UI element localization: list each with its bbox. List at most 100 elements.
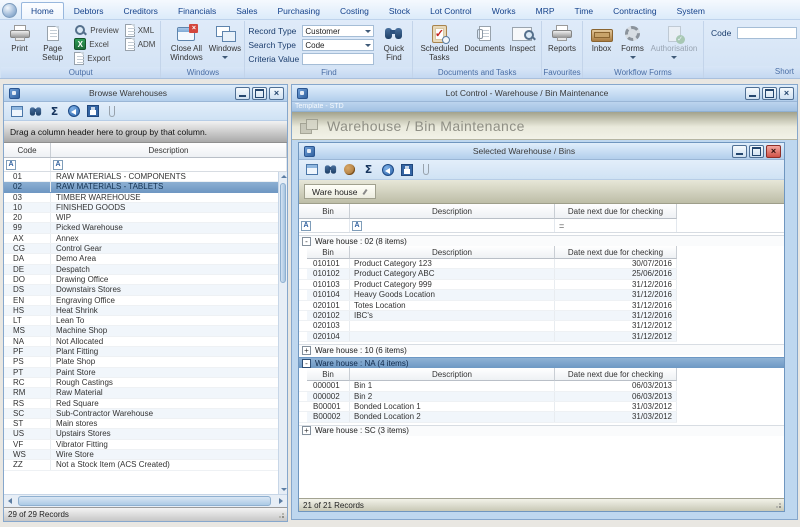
warehouse-row-DE[interactable]: DEDespatch (4, 265, 278, 275)
tab-costing[interactable]: Costing (330, 2, 379, 19)
lot-control-titlebar[interactable]: Lot Control - Warehouse / Bin Maintenanc… (292, 85, 797, 102)
adm-button[interactable]: ADM (123, 37, 158, 51)
scroll-down-icon[interactable] (280, 485, 286, 494)
column-header-description[interactable]: Description (350, 204, 555, 219)
warehouse-row-PT[interactable]: PTPaint Store (4, 368, 278, 378)
warehouse-row-02[interactable]: 02RAW MATERIALS - TABLETS (4, 182, 278, 192)
tab-debtors[interactable]: Debtors (64, 2, 114, 19)
bin-row-010104[interactable]: 010104Heavy Goods Location31/12/2016 (299, 290, 677, 300)
find-binoculars-icon[interactable] (28, 104, 43, 118)
tab-system[interactable]: System (667, 2, 715, 19)
tab-contracting[interactable]: Contracting (603, 2, 666, 19)
warehouse-row-AX[interactable]: AXAnnex (4, 234, 278, 244)
warehouse-row-NA[interactable]: NANot Allocated (4, 337, 278, 347)
warehouse-row-PS[interactable]: PSPlate Shop (4, 357, 278, 367)
warehouse-row-LT[interactable]: LTLean To (4, 316, 278, 326)
export-window-icon[interactable] (304, 163, 319, 177)
warehouse-row-WS[interactable]: WSWire Store (4, 450, 278, 460)
bin-group-row-3[interactable]: +Ware house : SC (3 items) (299, 425, 784, 436)
warehouse-row-03[interactable]: 03TIMBER WAREHOUSE (4, 193, 278, 203)
warehouse-row-01[interactable]: 01RAW MATERIALS - COMPONENTS (4, 172, 278, 182)
bin-group-row-1[interactable]: +Ware house : 10 (6 items) (299, 344, 784, 355)
search-type-dropdown[interactable]: Code (302, 39, 374, 51)
windows-button[interactable]: Windows (208, 23, 241, 67)
bin-row-010101[interactable]: 010101Product Category 12330/07/2016 (299, 259, 677, 269)
export-window-icon[interactable] (9, 104, 24, 118)
column-header-bin[interactable]: Bin (307, 368, 350, 381)
warehouse-row-MS[interactable]: MSMachine Shop (4, 326, 278, 336)
inbox-button[interactable]: Inbox (586, 23, 617, 67)
inspect-button[interactable]: Inspect (507, 23, 538, 67)
minimize-button[interactable] (745, 87, 760, 100)
bin-group-row-2[interactable]: -Ware house : NA (4 items) (299, 357, 784, 368)
selected-bins-titlebar[interactable]: Selected Warehouse / Bins (299, 143, 784, 160)
maximize-button[interactable] (749, 145, 764, 158)
group-by-bar[interactable]: Drag a column header here to group by th… (4, 121, 287, 143)
minimize-button[interactable] (235, 87, 250, 100)
vertical-scrollbar[interactable] (278, 172, 287, 494)
warehouse-row-US[interactable]: USUpstairs Stores (4, 429, 278, 439)
browse-warehouses-titlebar[interactable]: Browse Warehouses (4, 85, 287, 102)
bin-row-020104[interactable]: 02010431/12/2012 (299, 332, 677, 342)
documents-button[interactable]: Documents (462, 23, 507, 67)
xml-button[interactable]: XML (123, 23, 158, 37)
expand-icon[interactable]: + (302, 346, 311, 355)
bin-row-B00001[interactable]: B00001Bonded Location 131/03/2012 (299, 402, 677, 412)
column-header-bin[interactable]: Bin (307, 246, 350, 259)
minimize-button[interactable] (732, 145, 747, 158)
bin-row-000002[interactable]: 000002Bin 206/03/2013 (299, 392, 677, 402)
tab-works[interactable]: Works (482, 2, 526, 19)
bin-row-020101[interactable]: 020101Totes Location31/12/2016 (299, 301, 677, 311)
excel-button[interactable]: X Excel (72, 37, 120, 51)
group-by-bar[interactable]: Ware house (299, 180, 784, 204)
warehouse-row-RS[interactable]: RSRed Square (4, 399, 278, 409)
column-header-description[interactable]: Description (350, 246, 555, 259)
preview-button[interactable]: Preview (72, 23, 120, 37)
column-header-description[interactable]: Description (350, 368, 555, 381)
scroll-right-icon[interactable] (274, 497, 286, 505)
auto-filter-icon[interactable]: A (53, 160, 63, 170)
tab-time[interactable]: Time (565, 2, 604, 19)
tab-stock[interactable]: Stock (379, 2, 420, 19)
close-button[interactable] (779, 87, 794, 100)
close-button[interactable] (766, 145, 781, 158)
bin-row-010103[interactable]: 010103Product Category 99931/12/2016 (299, 280, 677, 290)
warehouse-row-PF[interactable]: PFPlant Fitting (4, 347, 278, 357)
bin-row-010102[interactable]: 010102Product Category ABC25/06/2016 (299, 269, 677, 279)
criteria-value-input[interactable] (302, 53, 374, 65)
warehouse-row-CG[interactable]: CGControl Gear (4, 244, 278, 254)
resize-grip[interactable] (277, 511, 285, 519)
forms-button[interactable]: Forms (617, 23, 648, 67)
warehouse-row-ZZ[interactable]: ZZNot a Stock Item (ACS Created) (4, 460, 278, 470)
collapse-icon[interactable]: - (302, 237, 311, 246)
resize-grip[interactable] (774, 501, 782, 509)
warehouse-row-RM[interactable]: RMRaw Material (4, 388, 278, 398)
print-button[interactable]: Print (4, 23, 35, 67)
column-header-code[interactable]: Code (4, 143, 51, 157)
expand-icon[interactable]: + (302, 426, 311, 435)
scrollbar-thumb[interactable] (280, 183, 286, 283)
scheduled-tasks-button[interactable]: Scheduled Tasks (416, 23, 462, 67)
tab-purchasing[interactable]: Purchasing (267, 2, 330, 19)
column-header-date[interactable]: Date next due for checking (555, 368, 677, 381)
collapse-icon[interactable]: - (302, 359, 311, 368)
bin-row-020103[interactable]: 02010331/12/2012 (299, 321, 677, 331)
maximize-button[interactable] (762, 87, 777, 100)
shortcut-code-input[interactable] (737, 27, 797, 39)
tab-creditors[interactable]: Creditors (113, 2, 167, 19)
tab-home[interactable]: Home (21, 2, 64, 19)
tab-financials[interactable]: Financials (168, 2, 226, 19)
reports-button[interactable]: Reports (545, 23, 579, 67)
warehouse-row-20[interactable]: 20WIP (4, 213, 278, 223)
warehouse-row-VF[interactable]: VFVibrator Fitting (4, 440, 278, 450)
warehouse-row-EN[interactable]: ENEngraving Office (4, 296, 278, 306)
group-chip-warehouse[interactable]: Ware house (304, 184, 376, 199)
bin-row-000001[interactable]: 000001Bin 106/03/2013 (299, 381, 677, 391)
sum-sigma-icon[interactable]: Σ (47, 104, 62, 118)
scroll-left-icon[interactable] (5, 497, 17, 505)
find-binoculars-icon[interactable] (323, 163, 338, 177)
quick-find-button[interactable]: Quick Find (378, 23, 409, 67)
warehouse-row-10[interactable]: 10FINISHED GOODS (4, 203, 278, 213)
back-icon[interactable] (380, 163, 395, 177)
tab-mrp[interactable]: MRP (526, 2, 565, 19)
